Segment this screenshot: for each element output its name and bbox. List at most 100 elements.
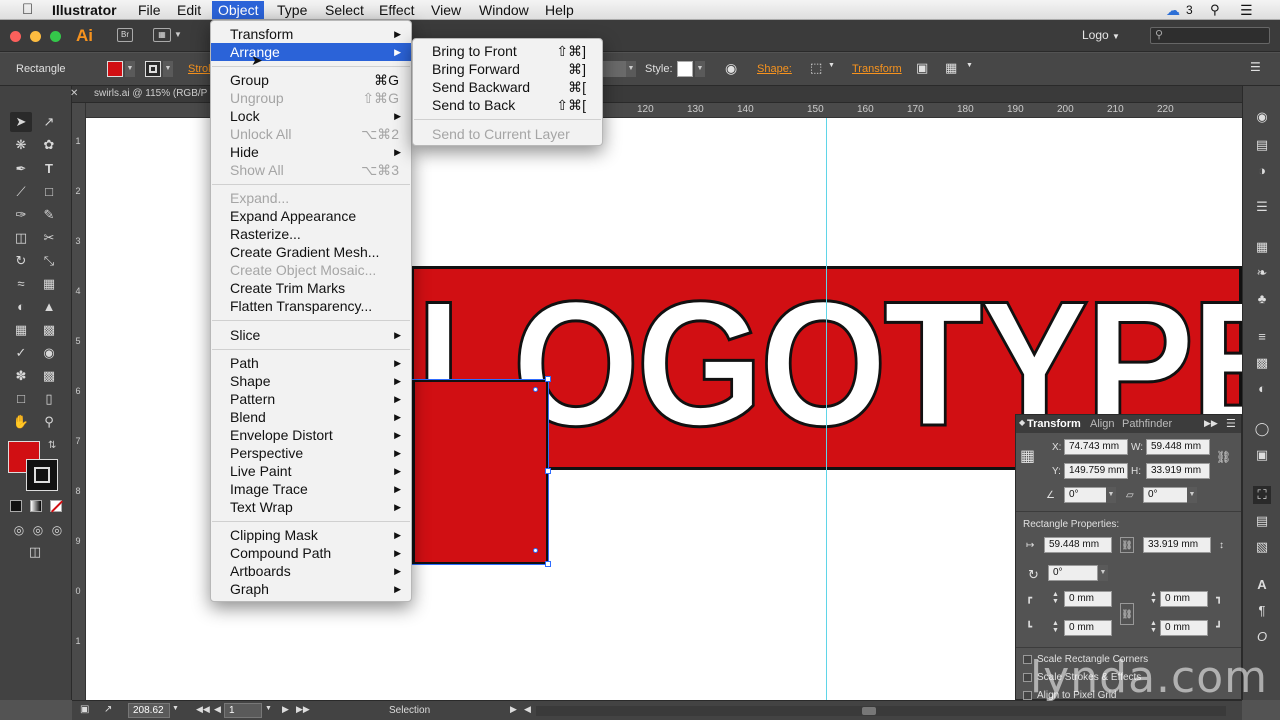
pen-tool-icon[interactable]: ✒ bbox=[10, 159, 32, 179]
stroke-panel-icon[interactable]: ≡ bbox=[1253, 328, 1271, 346]
rect-angle-dropdown-icon[interactable]: ▼ bbox=[1098, 565, 1108, 581]
selection-handle[interactable] bbox=[545, 468, 551, 474]
align-panel-icon[interactable]: ▤ bbox=[1253, 512, 1271, 530]
menu-item-send-to-back[interactable]: Send to Back ⇧⌘[ bbox=[413, 96, 602, 114]
transform-panel-icon[interactable]: ⛶ bbox=[1253, 486, 1271, 504]
menu-item-bring-to-front[interactable]: Bring to Front ⇧⌘] bbox=[413, 42, 602, 60]
apple-icon[interactable]:  bbox=[16, 1, 39, 19]
menu-item-show-all[interactable]: Show All ⌥⌘3 bbox=[211, 161, 411, 179]
panel-menu-icon[interactable]: ☰ bbox=[1226, 417, 1236, 430]
zoom-window-button[interactable] bbox=[50, 31, 61, 42]
width-tool-icon[interactable]: ≈ bbox=[10, 274, 32, 294]
artboard-dropdown-icon[interactable]: ▼ bbox=[265, 705, 272, 712]
menu-item-hide[interactable]: Hide ▶ bbox=[211, 143, 411, 161]
stroke-color-box[interactable] bbox=[26, 459, 58, 491]
corner-type-tr-icon[interactable]: ┓ bbox=[1216, 593, 1222, 604]
scroll-left-icon[interactable]: ◀ bbox=[524, 704, 531, 715]
symbol-sprayer-tool-icon[interactable]: ✽ bbox=[10, 366, 32, 386]
envelope-chevron-icon[interactable]: ▼ bbox=[966, 62, 973, 69]
swatches-panel-icon[interactable]: ▦ bbox=[1253, 238, 1271, 256]
menu-item-expand[interactable]: Expand... bbox=[211, 189, 411, 207]
shape-link[interactable]: Shape: bbox=[757, 63, 792, 75]
last-artboard-icon[interactable]: ▶▶ bbox=[296, 704, 310, 715]
none-mode-icon[interactable] bbox=[50, 500, 64, 513]
rect-link-icon[interactable]: ⛓ bbox=[1120, 537, 1134, 553]
w-field[interactable]: 59.448 mm bbox=[1146, 439, 1210, 455]
lasso-tool-icon[interactable]: ✿ bbox=[38, 135, 60, 155]
selection-tool-icon[interactable]: ➤ bbox=[10, 112, 32, 132]
status-menu-icon[interactable]: ▶ bbox=[510, 704, 517, 715]
tab-align[interactable]: Align bbox=[1090, 418, 1114, 430]
menu-item-slice[interactable]: Slice ▶ bbox=[211, 326, 411, 344]
paintbrush-tool-icon[interactable]: ✑ bbox=[10, 205, 32, 225]
slice-tool-icon[interactable]: ▯ bbox=[38, 389, 60, 409]
rect-height-field[interactable]: 33.919 mm bbox=[1143, 537, 1211, 553]
corner-type-tl-icon[interactable]: ┏ bbox=[1026, 593, 1032, 604]
menu-item-shape[interactable]: Shape ▶ bbox=[211, 372, 411, 390]
menu-effect[interactable]: Effect bbox=[373, 1, 421, 19]
rotate-dropdown-icon[interactable]: ▼ bbox=[1106, 487, 1116, 503]
arrange-documents-chevron-icon[interactable]: ▼ bbox=[174, 30, 182, 39]
color-panel-icon[interactable]: ◉ bbox=[1253, 108, 1271, 126]
style-dropdown-icon[interactable]: ▼ bbox=[695, 61, 705, 77]
stroke-dropdown-icon[interactable]: ▼ bbox=[163, 61, 173, 77]
panel-collapse-icon[interactable]: ◆ bbox=[1019, 418, 1025, 427]
h-field[interactable]: 33.919 mm bbox=[1146, 463, 1210, 479]
zoom-tool-icon[interactable]: ⚲ bbox=[38, 412, 60, 432]
menu-item-pattern[interactable]: Pattern ▶ bbox=[211, 390, 411, 408]
scrollbar-thumb[interactable] bbox=[862, 707, 876, 715]
layers-panel-icon[interactable]: ☰ bbox=[1253, 198, 1271, 216]
corner-widget[interactable] bbox=[533, 548, 538, 553]
mesh-tool-icon[interactable]: ▦ bbox=[10, 320, 32, 340]
isolate-object-icon[interactable]: ▣ bbox=[916, 60, 928, 76]
tab-pathfinder[interactable]: Pathfinder bbox=[1122, 418, 1172, 430]
menu-item-group[interactable]: Group ⌘G bbox=[211, 71, 411, 89]
corner-link-icon[interactable]: ⛓ bbox=[1120, 603, 1134, 625]
fill-dropdown-icon[interactable]: ▼ bbox=[125, 61, 135, 77]
scissors-tool-icon[interactable]: ✂ bbox=[38, 228, 60, 248]
menu-help[interactable]: Help bbox=[539, 1, 580, 19]
screen-mode-icon[interactable]: ◫ bbox=[24, 542, 46, 562]
zoom-field[interactable]: 208.62 bbox=[128, 703, 170, 718]
character-panel-icon[interactable]: A bbox=[1253, 576, 1271, 594]
menu-item-create-object-mosaic[interactable]: Create Object Mosaic... bbox=[211, 261, 411, 279]
shear-field[interactable]: 0° bbox=[1143, 487, 1193, 503]
hand-tool-icon[interactable]: ✋ bbox=[10, 412, 32, 432]
corner-radius-tr-field[interactable]: 0 mm bbox=[1160, 591, 1208, 607]
corner-radius-tl-field[interactable]: 0 mm bbox=[1064, 591, 1112, 607]
menu-item-path[interactable]: Path ▶ bbox=[211, 354, 411, 372]
artboard-number-field[interactable]: 1 bbox=[224, 703, 262, 718]
creative-cloud-icon[interactable]: ☁ bbox=[1166, 0, 1180, 20]
swap-fill-stroke-icon[interactable]: ⇅ bbox=[48, 440, 56, 451]
menu-item-send-to-current-layer[interactable]: Send to Current Layer bbox=[413, 125, 602, 143]
menu-item-create-gradient-mesh[interactable]: Create Gradient Mesh... bbox=[211, 243, 411, 261]
menu-edit[interactable]: Edit bbox=[171, 1, 207, 19]
workspace-switcher[interactable]: Logo ▼ bbox=[1082, 28, 1120, 42]
reference-point-icon[interactable]: ▦ bbox=[1020, 449, 1035, 465]
menu-item-perspective[interactable]: Perspective ▶ bbox=[211, 444, 411, 462]
x-field[interactable]: 74.743 mm bbox=[1064, 439, 1128, 455]
magic-wand-tool-icon[interactable]: ❋ bbox=[10, 135, 32, 155]
transform-link[interactable]: Transform bbox=[852, 63, 902, 75]
menu-item-unlock-all[interactable]: Unlock All ⌥⌘2 bbox=[211, 125, 411, 143]
rect-angle-field[interactable]: 0° bbox=[1048, 565, 1098, 581]
brushes-panel-icon[interactable]: ❧ bbox=[1253, 264, 1271, 282]
style-swatch[interactable] bbox=[677, 61, 693, 77]
menu-view[interactable]: View bbox=[425, 1, 467, 19]
document-info-icon[interactable]: ▤ bbox=[1253, 136, 1271, 154]
type-tool-icon[interactable]: T bbox=[38, 159, 60, 179]
menu-window[interactable]: Window bbox=[473, 1, 535, 19]
control-bar-menu-icon[interactable]: ☰ bbox=[1250, 60, 1261, 74]
opentype-panel-icon[interactable]: O bbox=[1253, 628, 1271, 646]
rotate-tool-icon[interactable]: ↻ bbox=[10, 251, 32, 271]
spotlight-search-icon[interactable]: ⚲ bbox=[1210, 0, 1220, 20]
minimize-window-button[interactable] bbox=[30, 31, 41, 42]
color-guide-icon[interactable]: ◑ bbox=[1253, 162, 1271, 180]
constrain-proportions-icon[interactable]: ⛓ bbox=[1216, 450, 1231, 464]
menu-item-compound-path[interactable]: Compound Path ▶ bbox=[211, 544, 411, 562]
document-tab[interactable]: swirls.ai @ 115% (RGB/P bbox=[94, 88, 207, 99]
rectangle-tool-icon[interactable]: □ bbox=[38, 182, 60, 202]
menu-item-artboards[interactable]: Artboards ▶ bbox=[211, 562, 411, 580]
gradient-tool-icon[interactable]: ▩ bbox=[38, 320, 60, 340]
menu-item-arrange[interactable]: Arrange ▶ bbox=[211, 43, 411, 61]
